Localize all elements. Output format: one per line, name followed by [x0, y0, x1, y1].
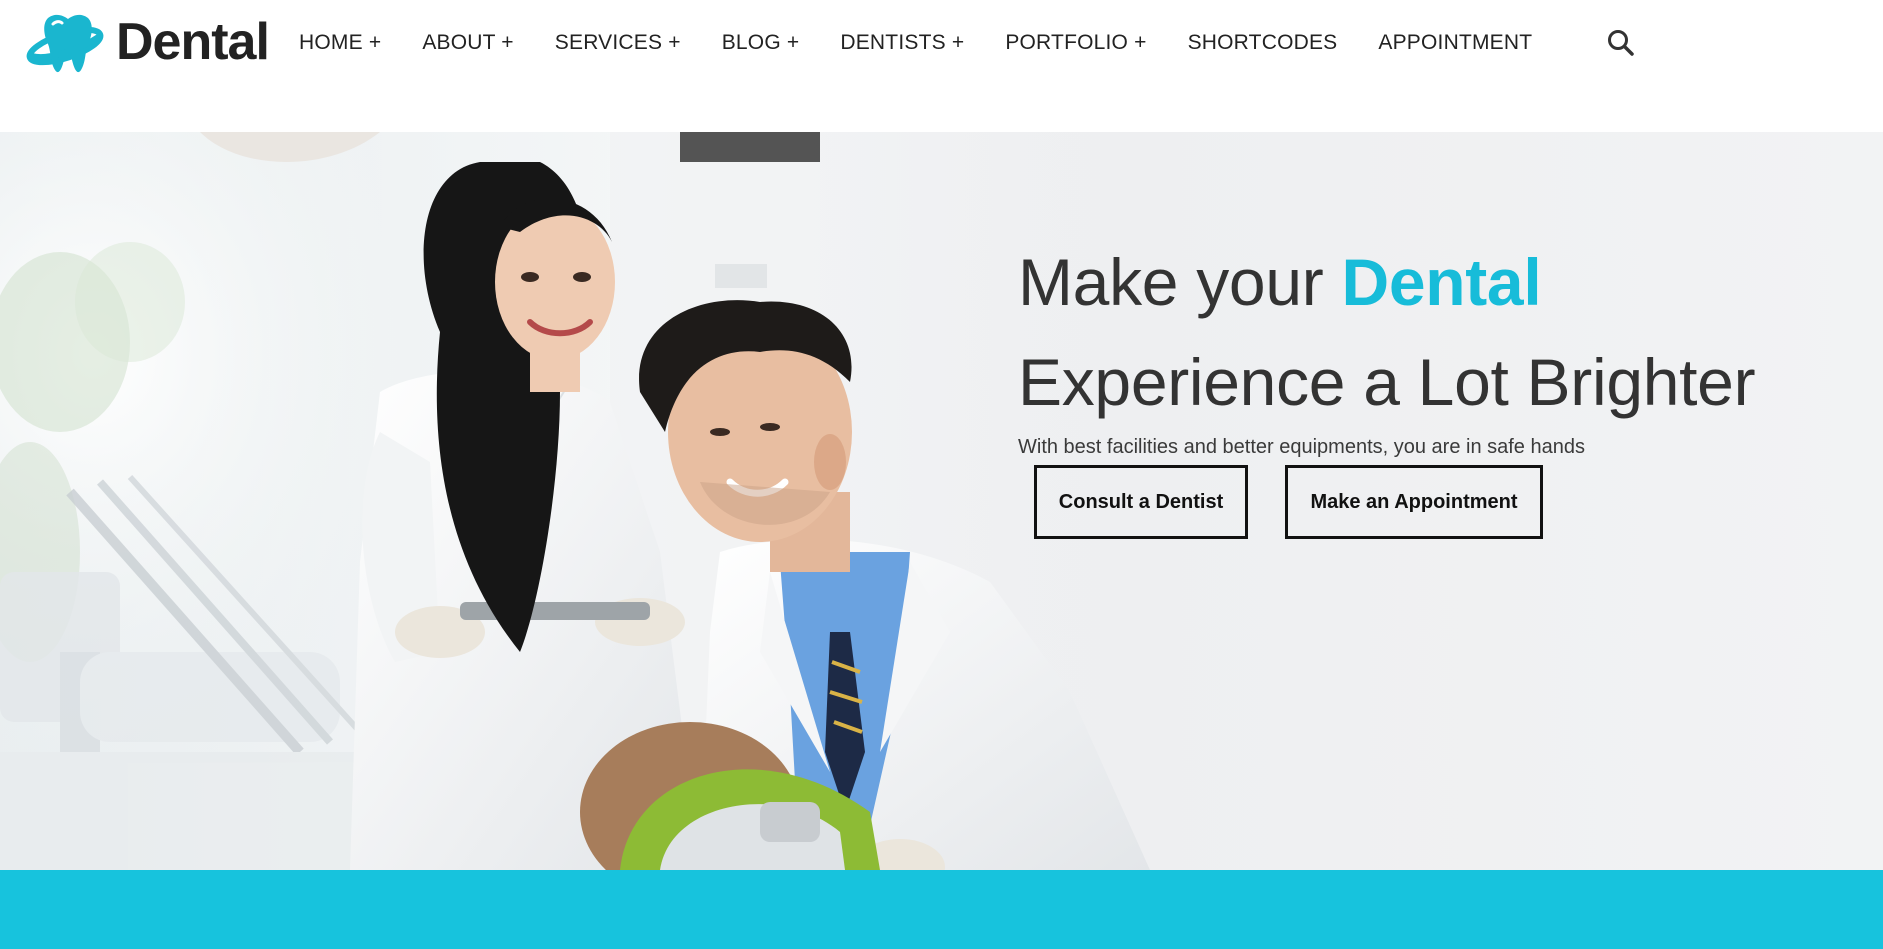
hero-title-line-1: Make your Dental [1018, 232, 1868, 332]
nav-item-home[interactable]: HOME + [299, 31, 381, 55]
hero-content: Make your Dental Experience a Lot Bright… [1018, 232, 1868, 459]
nav-item-portfolio[interactable]: PORTFOLIO + [1005, 31, 1146, 55]
info-band [0, 870, 1883, 949]
nav-item-dentists[interactable]: DENTISTS + [840, 31, 964, 55]
hero-title-line-2: Experience a Lot Brighter [1018, 345, 1756, 419]
make-appointment-button[interactable]: Make an Appointment [1285, 465, 1543, 539]
site-header: Dental HOME + ABOUT + SERVICES + BLOG + … [0, 0, 1883, 132]
tooth-logo-icon [26, 10, 108, 74]
nav-item-blog[interactable]: BLOG + [722, 31, 800, 55]
main-nav: HOME + ABOUT + SERVICES + BLOG + DENTIST… [299, 30, 1532, 56]
dentist-team-photo [0, 132, 1180, 870]
brand-logo[interactable]: Dental [26, 10, 270, 74]
search-button[interactable] [1606, 28, 1636, 58]
brand-name: Dental [116, 13, 270, 71]
hero-section: Make your Dental Experience a Lot Bright… [0, 132, 1883, 870]
nav-item-services[interactable]: SERVICES + [555, 31, 681, 55]
hero-buttons: Consult a Dentist Make an Appointment [1034, 465, 1543, 539]
hero-title-part-1: Make your [1018, 245, 1342, 319]
search-icon [1606, 30, 1636, 62]
hero-subtitle: With best facilities and better equipmen… [1018, 436, 1585, 458]
hero-title-accent: Dental [1341, 245, 1542, 319]
nav-item-shortcodes[interactable]: SHORTCODES [1188, 31, 1338, 55]
nav-item-appointment[interactable]: APPOINTMENT [1378, 31, 1532, 55]
nav-item-about[interactable]: ABOUT + [422, 31, 513, 55]
consult-dentist-button[interactable]: Consult a Dentist [1034, 465, 1248, 539]
